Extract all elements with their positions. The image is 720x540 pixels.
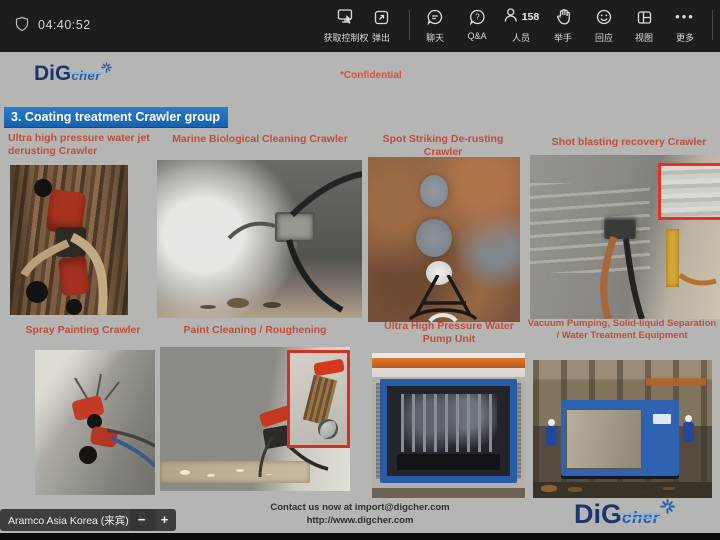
blue-container-frame — [380, 379, 517, 483]
equipment-label — [653, 414, 671, 424]
more-label: 更多 — [676, 31, 694, 44]
zoom-control-pill: − + — [130, 509, 176, 531]
zoom-in-button[interactable]: + — [161, 510, 169, 530]
logo-streak — [624, 517, 664, 519]
contact-email-line: Contact us now at import@digcher.com — [200, 502, 520, 515]
meeting-toolbar: 04:40:52 获取控制权 弹出 聊天 ? Q&A — [0, 0, 720, 52]
toolbar-separator-right — [712, 10, 713, 40]
more-icon: ••• — [675, 6, 695, 28]
inset-crawler-cap — [313, 358, 345, 376]
cleaned-spot — [420, 175, 448, 207]
ship-deck — [533, 482, 712, 498]
inset-wheel — [318, 419, 338, 439]
meeting-screen: 04:40:52 获取控制权 弹出 聊天 ? Q&A — [0, 0, 720, 540]
caption-pump-unit: Ultra High Pressure Water Pump Unit — [378, 320, 520, 346]
blue-equipment-unit — [561, 400, 679, 476]
raise-hand-button[interactable]: 举手 — [554, 6, 572, 44]
caption-marine-cleaning: Marine Biological Cleaning Crawler — [155, 133, 365, 146]
more-button[interactable]: ••• 更多 — [675, 6, 695, 44]
logo-dig-text: DiG — [34, 62, 71, 85]
photo-shot-blasting-crawler — [530, 155, 720, 319]
meeting-timer: 04:40:52 — [38, 18, 91, 32]
orange-crane-beam — [372, 358, 525, 368]
qa-icon: ? — [468, 6, 486, 28]
red-highlight-inset — [287, 350, 350, 448]
debris — [227, 298, 249, 308]
get-control-button[interactable]: 获取控制权 — [323, 6, 368, 44]
photo-waterjet-derusting-crawler — [10, 165, 128, 315]
caption-spray-painting: Spray Painting Crawler — [10, 324, 156, 337]
participants-button[interactable]: 158 人员 — [503, 6, 540, 44]
get-control-label: 获取控制权 — [323, 31, 368, 44]
confidential-note: *Confidential — [340, 70, 402, 81]
crane-beam — [646, 378, 706, 386]
qa-label: Q&A — [467, 31, 486, 41]
chat-button[interactable]: 聊天 — [426, 6, 444, 44]
reaction-icon — [595, 6, 613, 28]
logo-streak — [69, 72, 103, 74]
chat-icon — [426, 6, 444, 28]
red-highlight-inset — [658, 163, 720, 220]
deck-debris — [541, 485, 557, 492]
participants-icon — [503, 6, 519, 29]
view-label: 视图 — [635, 31, 653, 44]
participants-label: 人员 — [512, 31, 530, 44]
digcher-logo-top: DiGcher — [34, 62, 112, 86]
pop-out-label: 弹出 — [372, 31, 390, 44]
raise-hand-label: 举手 — [554, 31, 572, 44]
inset-roller-brushes — [303, 375, 337, 425]
raise-hand-icon — [554, 6, 571, 28]
hoses — [157, 160, 362, 318]
digcher-logo-bottom: DiGcher — [574, 499, 675, 530]
caption-vacuum-unit: Vacuum Pumping, Solid-liquid Separation … — [526, 318, 718, 341]
caption-spot-striking: Spot Striking De-rusting Crawler — [363, 133, 523, 159]
logo-cher-text: cher — [71, 68, 100, 83]
photo-marine-cleaning-crawler — [157, 160, 362, 318]
pop-out-button[interactable]: 弹出 — [372, 6, 390, 44]
steel-front-panel — [566, 409, 642, 469]
qa-button[interactable]: ? Q&A — [467, 6, 486, 41]
chat-label: 聊天 — [426, 31, 444, 44]
photo-paint-cleaning-crawler — [160, 347, 350, 491]
participants-count: 158 — [522, 11, 540, 23]
view-button[interactable]: 视图 — [635, 6, 653, 44]
contact-url-line: http://www.digcher.com — [200, 515, 520, 528]
workshop-floor — [372, 488, 525, 498]
logo-dig-text: DiG — [574, 499, 622, 529]
pop-out-icon — [372, 6, 389, 28]
zoom-out-button[interactable]: − — [138, 510, 146, 530]
presenter-name: Aramco Asia Korea (来宾) — [8, 513, 129, 528]
photo-spray-painting-crawler — [35, 350, 155, 495]
photo-spot-striking-crawler — [368, 157, 520, 322]
logo-cher-text: cher — [622, 508, 660, 527]
contact-block: Contact us now at import@digcher.com htt… — [200, 502, 520, 528]
worker-figure — [546, 426, 557, 446]
reaction-label: 回应 — [595, 31, 613, 44]
caption-shot-blasting: Shot blasting recovery Crawler — [540, 136, 718, 149]
machine-frame — [408, 275, 478, 322]
presentation-slide: DiGcher *Confidential 3. Coating treatme… — [0, 52, 720, 533]
logo-streak — [618, 513, 662, 515]
worker-figure — [683, 422, 694, 442]
hose — [10, 165, 128, 315]
engine-base — [397, 454, 500, 470]
cleaned-spot — [416, 219, 452, 257]
remote-control-icon — [336, 6, 355, 28]
photo-uhp-water-pump-unit — [372, 353, 525, 498]
reaction-button[interactable]: 回应 — [595, 6, 613, 44]
caption-paint-cleaning: Paint Cleaning / Roughening — [162, 324, 348, 337]
bottom-letterbox — [0, 533, 720, 540]
section-title-banner: 3. Coating treatment Crawler group — [4, 107, 228, 128]
shield-icon — [14, 16, 30, 37]
spark-icon — [660, 499, 675, 514]
caption-waterjet-derusting: Ultra high pressure water jet derusting … — [8, 132, 160, 158]
svg-text:?: ? — [475, 13, 480, 22]
photo-vacuum-separation-unit — [533, 360, 712, 498]
view-icon — [635, 6, 652, 28]
toolbar-separator — [409, 10, 410, 40]
hoses — [35, 350, 155, 495]
engine-machinery — [401, 394, 497, 452]
